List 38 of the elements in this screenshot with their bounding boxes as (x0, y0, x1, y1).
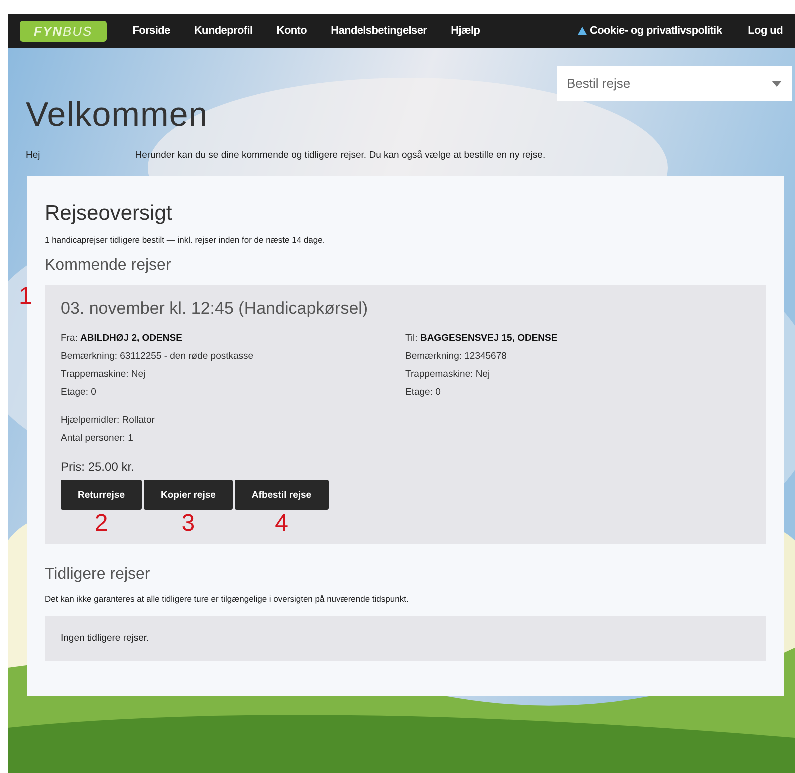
nav-link[interactable]: Forside (132, 25, 170, 37)
action-button[interactable]: Returrejse (61, 480, 142, 510)
annotation-number: 4 (275, 512, 288, 536)
section-heading: Tidligere rejser (45, 566, 152, 584)
trip-title: 03. november kl. 12:45 (Handicapkørsel) (61, 299, 370, 319)
annotation-number: 1 (19, 285, 32, 309)
detail-text: Bemærkning: 12345678 (406, 350, 508, 364)
empty-text: Ingen tidligere rejser. (61, 633, 150, 644)
notice-text: Det kan ikke garanteres at alle tidligere ture er tilgængelige i oversigten på nuværende tidspunkt. (45, 594, 410, 604)
detail-text: Etage: 0 (61, 386, 98, 400)
detail-text: Bemærkning: 63112255 - den røde postkasse (61, 350, 255, 364)
section-title: Rejseoversigt (45, 202, 174, 226)
triangle-icon (578, 27, 587, 35)
detail-text: Hjælpemidler: Rollator (61, 414, 156, 428)
cookie-link[interactable]: Cookie- og privatlivspolitik (590, 25, 722, 37)
trip-dropdown[interactable]: Bestil rejse (557, 66, 792, 101)
section-heading: Kommende rejser (45, 257, 172, 275)
annotation-number: 2 (94, 512, 108, 536)
greeting-text: Hej (26, 150, 40, 161)
caret-icon (772, 80, 782, 86)
logout-link[interactable]: Log ud (748, 25, 783, 37)
detail-text: Antal personer: 1 (61, 432, 134, 446)
nav-link[interactable]: Hjælp (451, 25, 480, 37)
page-title: Velkommen (26, 96, 210, 135)
nav-link[interactable]: Kundeprofil (194, 25, 253, 37)
annotation-number: 3 (182, 512, 196, 536)
intro-text: Herunder kan du se dine kommende og tidligere rejser. Du kan også vælge at bestille en ny rejse. (135, 150, 546, 161)
address-text: Fra: ABILDHØJ 2, ODENSE (61, 332, 184, 346)
action-button[interactable]: Afbestil rejse (234, 480, 329, 510)
detail-text: Trappemaskine: Nej (406, 368, 492, 382)
address-text: Til: BAGGESENSVEJ 15, ODENSE (406, 332, 559, 346)
summary-text: 1 handicaprejser tidligere bestilt — inkl. rejser inden for de næste 14 dage. (45, 235, 326, 245)
detail-text: Etage: 0 (406, 386, 442, 400)
nav-link[interactable]: Konto (276, 25, 308, 37)
action-button[interactable]: Kopier rejse (144, 480, 233, 510)
price-text: Pris: 25.00 kr. (61, 460, 136, 474)
detail-text: Trappemaskine: Nej (61, 368, 147, 382)
nav-link[interactable]: Handelsbetingelser (331, 25, 428, 37)
